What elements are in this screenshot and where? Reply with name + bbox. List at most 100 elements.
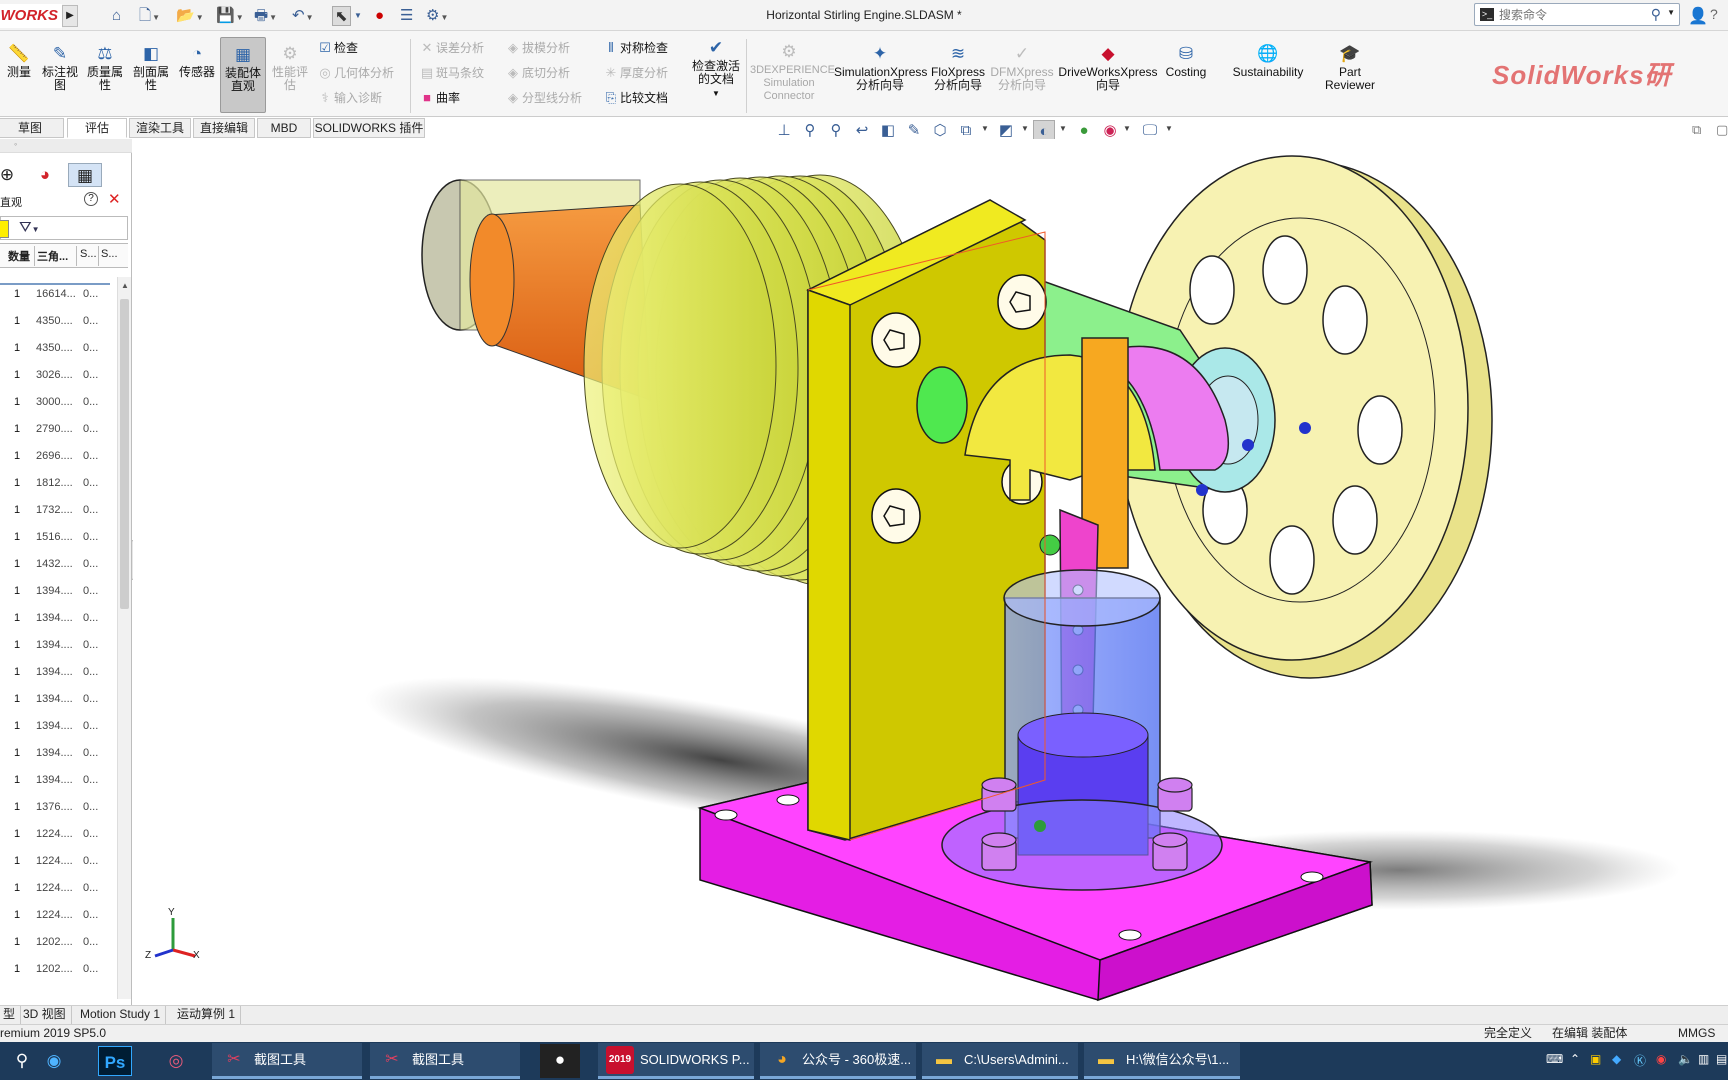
display-style-dropdown-icon[interactable]: ▼ — [1021, 124, 1029, 133]
viewport-maximize-icon[interactable]: ▢ — [1716, 122, 1728, 138]
start-orb-icon[interactable]: ◉ — [36, 1045, 72, 1077]
component-row[interactable]: 1 3000.... 0... — [0, 393, 118, 413]
open-folder-icon[interactable]: 📂▼ — [176, 6, 204, 26]
deviation-analysis-button[interactable]: ✕ 误差分析 — [418, 38, 484, 58]
performance-evaluation-button[interactable]: ⚙ 性能评 估 — [270, 45, 310, 92]
solidworks-logo[interactable]: WORKS — [0, 4, 62, 28]
component-row[interactable]: 1 1394.... 0... — [0, 582, 118, 602]
view-settings-dropdown-icon[interactable]: ▼ — [1165, 124, 1173, 133]
component-row[interactable]: 1 1394.... 0... — [0, 636, 118, 656]
user-account-icon[interactable]: 👤 — [1688, 6, 1708, 26]
file-properties-icon[interactable]: ☰ — [400, 6, 413, 26]
tab-motion-study-cn[interactable]: 运动算例 1 — [172, 1006, 242, 1024]
column-s1[interactable]: S... — [80, 248, 97, 260]
component-row[interactable]: 1 1202.... 0... — [0, 933, 118, 953]
help-icon[interactable]: ? — [84, 192, 98, 206]
component-row[interactable]: 1 1376.... 0... — [0, 798, 118, 818]
help-icon[interactable]: ? — [1710, 6, 1718, 22]
tray-expand-icon[interactable]: ⌃ — [1570, 1052, 1580, 1066]
thickness-analysis-button[interactable]: ✳ 厚度分析 — [602, 63, 668, 83]
column-quantity[interactable]: 数量 — [8, 248, 30, 264]
part-reviewer-button[interactable]: 🎓 Part Reviewer — [1322, 45, 1378, 92]
selection-marker[interactable] — [0, 220, 9, 238]
tab-appearance-icon[interactable]: ◕ — [28, 163, 62, 187]
record-icon[interactable]: ◉ — [1656, 1052, 1666, 1066]
app-icon[interactable]: ◎ — [158, 1045, 194, 1077]
panel-scrollbar[interactable]: ▲ ▼ — [117, 277, 131, 999]
measure-button[interactable]: 📏 测量 — [2, 45, 36, 79]
close-icon[interactable]: ✕ — [108, 190, 121, 208]
options-gear-icon[interactable]: ⚙▼ — [426, 6, 448, 26]
costing-button[interactable]: ⛁ Costing — [1162, 45, 1210, 79]
scrollbar-thumb[interactable] — [120, 299, 129, 609]
tray-k-icon[interactable]: Ⓚ — [1634, 1052, 1646, 1069]
component-row[interactable]: 1 1224.... 0... — [0, 906, 118, 926]
new-document-icon[interactable]: 🗋▼ — [139, 6, 160, 26]
dfmxpress-button[interactable]: ✓ DFMXpress 分析向导 — [990, 45, 1054, 92]
tab-sketch[interactable]: 草图 — [0, 118, 64, 138]
parting-line-analysis-button[interactable]: ◈ 分型线分析 — [504, 88, 582, 108]
hide-show-dropdown-icon[interactable]: ▼ — [1059, 124, 1067, 133]
apply-scene-dropdown-icon[interactable]: ▼ — [1123, 124, 1131, 133]
taskbar-solidworks[interactable]: 2019 SOLIDWORKS P... — [598, 1043, 754, 1079]
tab-mbd[interactable]: MBD — [257, 118, 311, 138]
tab-render-tools[interactable]: 渲染工具 — [129, 118, 191, 138]
mass-properties-button[interactable]: ⚖ 质量属 性 — [84, 45, 126, 92]
curvature-button[interactable]: ■ 曲率 — [418, 88, 460, 108]
component-row[interactable]: 1 1394.... 0... — [0, 663, 118, 683]
symmetry-check-button[interactable]: ⫴ 对称检查 — [602, 38, 668, 58]
tab-solidworks-addins[interactable]: SOLIDWORKS 插件 — [313, 118, 425, 138]
driveworksxpress-button[interactable]: ◆ DriveWorksXpress 向导 — [1058, 45, 1158, 92]
panel-collapse-bar[interactable]: ◦ — [0, 139, 132, 153]
select-pointer-icon[interactable]: ⬉ — [332, 6, 351, 26]
view-triad[interactable]: Y X Z — [145, 907, 200, 961]
floxpress-button[interactable]: ≋ FloXpress 分析向导 — [930, 45, 986, 92]
component-row[interactable]: 1 3026.... 0... — [0, 366, 118, 386]
component-row[interactable]: 1 1732.... 0... — [0, 501, 118, 521]
component-row[interactable]: 1 2696.... 0... — [0, 447, 118, 467]
component-row[interactable]: 1 1516.... 0... — [0, 528, 118, 548]
taskbar-browser[interactable]: ◕ 公众号 - 360极速... — [760, 1043, 916, 1079]
tab-3d-view[interactable]: 3D 视图 — [18, 1006, 72, 1024]
undo-icon[interactable]: ↶▼ — [292, 6, 314, 26]
component-row[interactable]: 1 16614... 0... — [0, 285, 118, 305]
filter-icon[interactable]: ⛛▼ — [19, 219, 40, 236]
markup-view-button[interactable]: ✎ 标注视 图 — [40, 45, 80, 92]
component-row[interactable]: 1 2790.... 0... — [0, 420, 118, 440]
tab-evaluate[interactable]: 评估 — [67, 118, 127, 138]
menu-expand-arrow-icon[interactable]: ▶ — [62, 5, 78, 27]
component-row[interactable]: 1 1224.... 0... — [0, 852, 118, 872]
column-s2[interactable]: S... — [101, 248, 118, 260]
search-input[interactable] — [1499, 6, 1649, 23]
component-row[interactable]: 1 4350.... 0... — [0, 339, 118, 359]
column-triangles[interactable]: 三角... — [37, 248, 68, 264]
search-dropdown-icon[interactable]: ▼ — [1667, 8, 1675, 17]
network-icon[interactable]: ▥ — [1698, 1052, 1709, 1066]
tab-motion-study-en[interactable]: Motion Study 1 — [75, 1006, 167, 1024]
simulationxpress-button[interactable]: ✦ SimulationXpress 分析向导 — [834, 45, 927, 92]
column-divider[interactable] — [34, 246, 35, 266]
taskbar-snipping-tool-1[interactable]: ✂ 截图工具 — [212, 1043, 362, 1079]
search-icon[interactable]: ⚲ — [4, 1045, 40, 1077]
component-row[interactable]: 1 1394.... 0... — [0, 771, 118, 791]
keyboard-icon[interactable]: ⌨ — [1546, 1052, 1563, 1066]
tab-feature-manager-icon[interactable]: ⊕ — [0, 163, 24, 187]
undercut-analysis-button[interactable]: ◈ 底切分析 — [504, 63, 570, 83]
compare-documents-button[interactable]: ⎘ 比较文档 — [602, 88, 668, 108]
screen-recorder-icon[interactable]: ● — [540, 1044, 580, 1078]
tray-app-icon[interactable]: ◆ — [1612, 1052, 1621, 1066]
import-diagnostics-button[interactable]: ⚕ 输入诊断 — [316, 88, 382, 108]
home-icon[interactable]: ⌂ — [112, 6, 121, 26]
column-divider[interactable] — [98, 246, 99, 266]
check-button[interactable]: ☑ 检查 — [316, 38, 358, 58]
section-properties-button[interactable]: ◧ 剖面属 性 — [130, 45, 172, 92]
geometry-analysis-button[interactable]: ◎ 几何体分析 — [316, 63, 394, 83]
graphics-area[interactable]: Y X Z — [133, 139, 1728, 1005]
component-row[interactable]: 1 1394.... 0... — [0, 717, 118, 737]
check-active-document-button[interactable]: ✔ 检查激活 的文档 ▼ — [688, 39, 744, 100]
component-row[interactable]: 1 4350.... 0... — [0, 312, 118, 332]
sensor-button[interactable]: ◔ 传感器 — [176, 45, 218, 79]
photoshop-icon[interactable]: Ps — [98, 1046, 132, 1076]
component-row[interactable]: 1 1224.... 0... — [0, 825, 118, 845]
component-row[interactable]: 1 1394.... 0... — [0, 744, 118, 764]
